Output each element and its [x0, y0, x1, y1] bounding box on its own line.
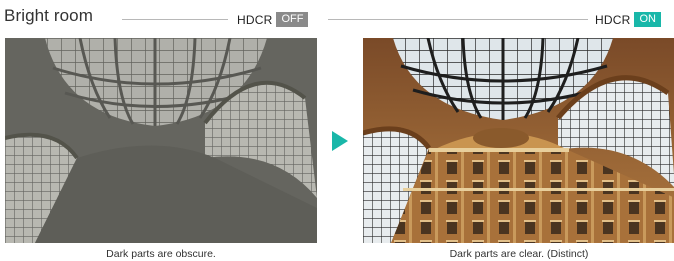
caption-on: Dark parts are clear. (Distinct) — [449, 248, 589, 260]
hdcr-label: HDCR — [595, 12, 631, 27]
divider-line — [122, 19, 228, 20]
photo-hdcr-on — [363, 38, 674, 243]
play-arrow-icon — [332, 131, 348, 151]
hdcr-on-indicator: HDCR ON — [595, 12, 661, 27]
off-badge: OFF — [276, 12, 309, 27]
caption-off: Dark parts are obscure. — [106, 248, 216, 260]
hdcr-off-indicator: HDCR OFF — [237, 12, 309, 27]
page-title: Bright room — [4, 6, 93, 25]
on-badge: ON — [634, 12, 661, 27]
photo-hdcr-off — [5, 38, 317, 243]
divider-line — [328, 19, 588, 20]
hdcr-label: HDCR — [237, 12, 273, 27]
